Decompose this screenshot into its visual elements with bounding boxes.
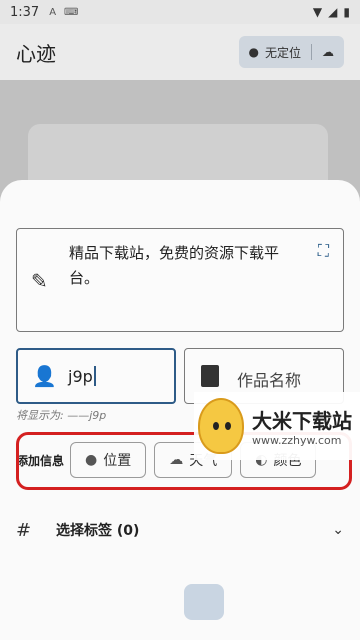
watermark-text: 大米下载站 www.zzhyw.com: [252, 405, 352, 447]
wifi-icon: ▼: [312, 5, 323, 19]
app-bar: 心迹 ● 无定位 ☁: [0, 24, 360, 80]
status-right-icons: ▼ ◢ ▮: [313, 5, 350, 19]
signal-icon: ◢: [328, 5, 338, 19]
author-value: j9p: [68, 366, 96, 386]
display-hint: 将显示为: ——j9p: [16, 409, 107, 422]
egg-mascot-icon: [198, 398, 244, 454]
work-title-placeholder: 作品名称: [237, 371, 302, 390]
location-chip-label: 无定位: [264, 45, 301, 60]
author-input[interactable]: 👤 j9p: [16, 348, 176, 404]
content-text: 精品下载站，免费的资源下载平台。: [69, 244, 280, 287]
tag-selector-label: 选择标签 (0): [56, 523, 140, 539]
fullscreen-icon[interactable]: ⛶: [318, 241, 329, 261]
chip-divider: [311, 44, 312, 60]
person-icon: 👤: [32, 364, 57, 388]
watermark-url: www.zzhyw.com: [252, 434, 342, 447]
battery-icon: ▮: [343, 5, 350, 19]
app-title: 心迹: [16, 41, 56, 66]
chevron-down-icon: ⌄: [332, 522, 344, 538]
content-input[interactable]: ✎ 精品下载站，免费的资源下载平台。 ⛶: [16, 228, 344, 332]
notification-icon: A: [49, 6, 57, 18]
hash-icon: #: [16, 519, 32, 541]
location-pin-icon: ●: [248, 45, 259, 59]
status-bar: 1:37 A ⌨ ▼ ◢ ▮: [0, 0, 360, 24]
location-chip[interactable]: ● 无定位 ☁: [238, 36, 344, 68]
submit-button[interactable]: [184, 584, 224, 620]
watermark-title: 大米下载站: [252, 409, 352, 433]
book-icon: [201, 365, 219, 387]
keyboard-icon: ⌨: [64, 6, 79, 18]
pen-icon: ✎: [31, 269, 48, 293]
watermark-logo: 大米下载站 www.zzhyw.com: [194, 392, 360, 460]
cloud-off-icon[interactable]: ☁: [322, 45, 334, 59]
author-text: j9p: [68, 367, 93, 386]
status-time: 1:37: [10, 4, 40, 20]
text-cursor: [93, 366, 96, 386]
tag-selector[interactable]: # 选择标签 (0) ⌄: [16, 510, 344, 550]
